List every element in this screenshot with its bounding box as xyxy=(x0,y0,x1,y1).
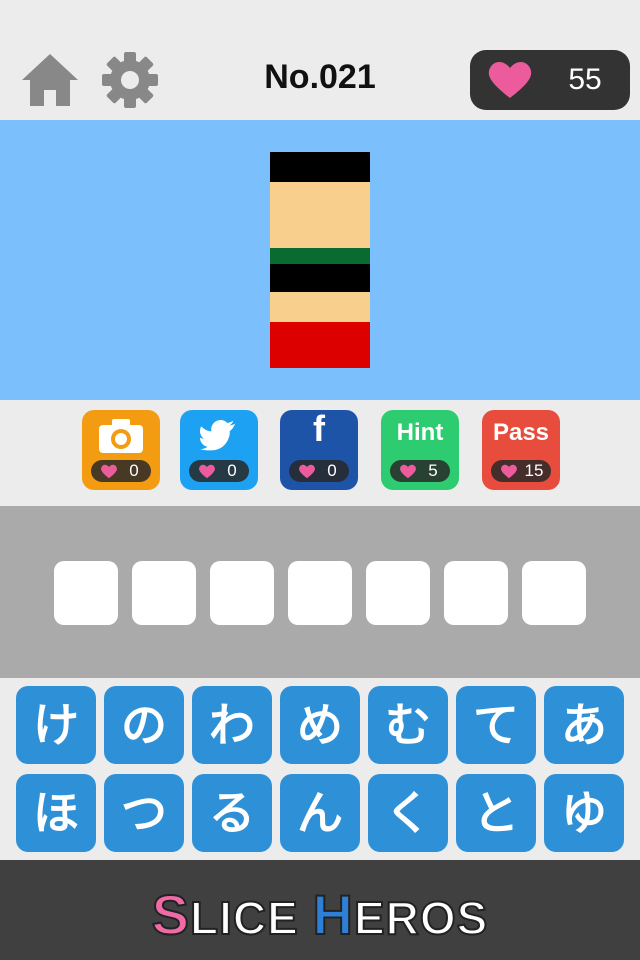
heart-icon xyxy=(488,62,532,98)
answer-slot[interactable] xyxy=(522,561,586,625)
hint-label: Hint xyxy=(396,419,444,446)
hearts-counter: 55 xyxy=(470,50,630,110)
gear-icon[interactable] xyxy=(100,50,160,110)
cost-value: 0 xyxy=(327,461,337,480)
hearts-count: 55 xyxy=(568,63,602,96)
cost-value: 0 xyxy=(129,461,139,480)
top-bar: No.021 55 xyxy=(0,0,640,120)
answer-slot[interactable] xyxy=(132,561,196,625)
puzzle-stripe xyxy=(270,264,370,292)
cost-badge: 15 xyxy=(491,460,551,482)
level-title: No.021 xyxy=(264,58,376,96)
puzzle-image xyxy=(270,152,370,368)
kana-keyboard: け の わ め む て あ ほ つ る ん く と ゆ xyxy=(0,678,640,860)
home-icon[interactable] xyxy=(20,52,80,108)
logo-word-lice: LICE xyxy=(189,891,313,945)
kana-key[interactable]: め xyxy=(280,686,360,764)
facebook-f-icon: f xyxy=(313,408,325,449)
logo-word-eros: EROS xyxy=(353,891,489,945)
pass-label: Pass xyxy=(492,419,550,446)
puzzle-area xyxy=(0,120,640,400)
hint-button[interactable]: Hint 5 xyxy=(381,410,459,490)
action-bar: 0 0 f 0 Hint 5 Pass 15 xyxy=(0,400,640,506)
camera-icon xyxy=(99,419,143,453)
puzzle-stripe xyxy=(270,248,370,264)
kana-key[interactable]: て xyxy=(456,686,536,764)
cost-value: 15 xyxy=(524,461,544,480)
puzzle-stripe xyxy=(270,292,370,322)
cost-badge: 0 xyxy=(91,460,151,482)
logo-letter-h: H xyxy=(312,882,354,947)
kana-key[interactable]: あ xyxy=(544,686,624,764)
kana-key[interactable]: ほ xyxy=(16,774,96,852)
answer-slot[interactable] xyxy=(366,561,430,625)
heart-icon xyxy=(501,464,517,479)
kana-key[interactable]: ん xyxy=(280,774,360,852)
heart-icon xyxy=(101,464,117,479)
cost-badge: 0 xyxy=(189,460,249,482)
cost-value: 0 xyxy=(227,461,237,480)
answer-slot[interactable] xyxy=(444,561,508,625)
puzzle-stripe xyxy=(270,182,370,248)
kana-key[interactable]: と xyxy=(456,774,536,852)
kana-key[interactable]: わ xyxy=(192,686,272,764)
cost-badge: 5 xyxy=(390,460,450,482)
heart-icon xyxy=(199,464,215,479)
logo-letter-s: S xyxy=(151,882,190,947)
answer-slot[interactable] xyxy=(54,561,118,625)
answer-area xyxy=(0,506,640,678)
kana-key[interactable]: つ xyxy=(104,774,184,852)
app-logo: SLICE HEROS xyxy=(0,882,640,947)
kana-key[interactable]: る xyxy=(192,774,272,852)
answer-slot[interactable] xyxy=(210,561,274,625)
answer-slot[interactable] xyxy=(288,561,352,625)
kana-key[interactable]: む xyxy=(368,686,448,764)
pass-button[interactable]: Pass 15 xyxy=(482,410,560,490)
heart-icon xyxy=(400,464,416,479)
kana-key[interactable]: ゆ xyxy=(544,774,624,852)
facebook-button[interactable]: f 0 xyxy=(280,410,358,490)
heart-icon xyxy=(299,464,315,479)
twitter-button[interactable]: 0 xyxy=(180,410,258,490)
kana-key[interactable]: く xyxy=(368,774,448,852)
puzzle-stripe xyxy=(270,152,370,182)
twitter-bird-icon xyxy=(200,420,236,451)
cost-badge: 0 xyxy=(289,460,349,482)
footer-banner: SLICE HEROS xyxy=(0,860,640,960)
camera-button[interactable]: 0 xyxy=(82,410,160,490)
puzzle-stripe xyxy=(270,322,370,368)
kana-key[interactable]: け xyxy=(16,686,96,764)
kana-key[interactable]: の xyxy=(104,686,184,764)
cost-value: 5 xyxy=(428,461,438,480)
